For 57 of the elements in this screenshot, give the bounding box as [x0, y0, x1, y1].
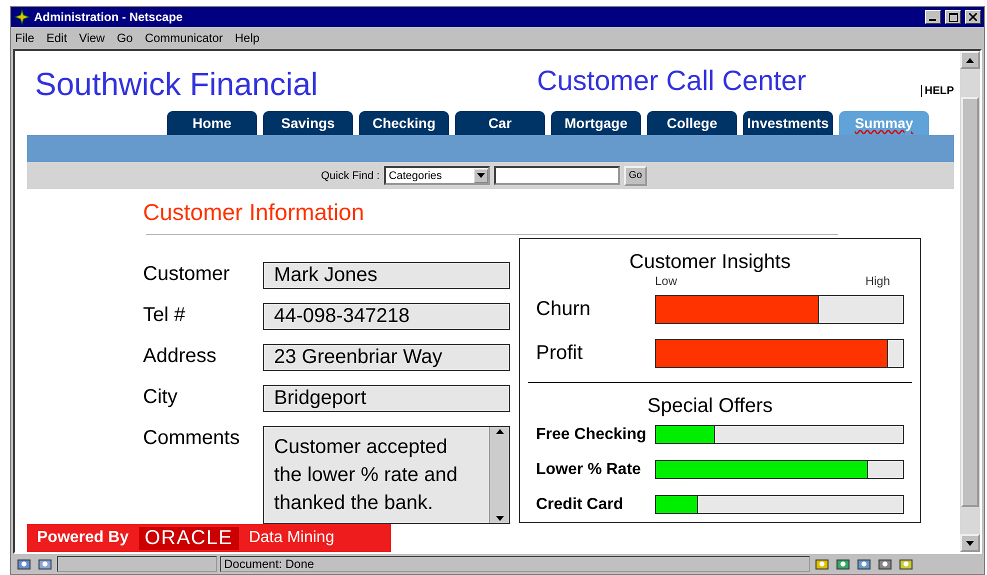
field-label: Tel #	[143, 303, 186, 327]
scrollbar[interactable]	[489, 427, 509, 523]
scale-label: High	[865, 274, 890, 288]
nav-tab[interactable]: College	[647, 111, 737, 135]
minimize-button[interactable]	[925, 10, 941, 24]
nav-tab[interactable]: Home	[167, 111, 257, 135]
menu-item[interactable]: File	[15, 31, 34, 45]
panel-title: Special Offers	[647, 394, 773, 418]
scrollbar[interactable]	[960, 51, 980, 552]
comments-field[interactable]: Customer accepted the lower % rate and thanked the bank.	[263, 426, 510, 524]
field-label: City	[143, 385, 178, 409]
search-field[interactable]	[494, 166, 620, 185]
offer-label: Free Checking	[536, 426, 648, 444]
brand-title: Southwick Financial	[35, 66, 319, 103]
help-link[interactable]: HELP	[920, 85, 954, 97]
offer-label: Credit Card	[536, 496, 624, 514]
menu-item[interactable]: Edit	[46, 31, 68, 45]
nav-tab[interactable]: Checking	[359, 111, 449, 135]
maximize-button[interactable]	[945, 10, 961, 24]
go-button[interactable]: Go	[624, 166, 648, 186]
scale-label: Low	[655, 274, 678, 288]
field-label: Address	[143, 344, 218, 368]
product-name: Data Mining	[248, 529, 334, 547]
scroll-up-icon	[496, 429, 504, 434]
oracle-logo: ORACLE	[138, 526, 239, 550]
input-field[interactable]: Mark Jones	[263, 262, 510, 289]
category-select[interactable]: Categories	[384, 166, 490, 185]
input-field[interactable]: 44-098-347218	[263, 303, 510, 330]
caret-icon	[476, 173, 485, 178]
input-field[interactable]: 23 Greenbriar Way	[263, 344, 510, 371]
offer-label: Lower % Rate	[536, 460, 642, 479]
menu-item[interactable]: Help	[234, 31, 260, 45]
scroll-down-icon	[496, 516, 504, 521]
section-heading: Customer Information	[143, 199, 366, 226]
input-field[interactable]: Bridgeport	[263, 385, 510, 412]
nav-tab[interactable]: Investments	[743, 111, 833, 135]
page-subtitle: Customer Call Center	[537, 65, 808, 97]
nav-tab[interactable]: Savings	[263, 111, 353, 135]
nav-tab[interactable]: Mortgage	[551, 111, 641, 135]
field-label: Comments	[143, 426, 241, 450]
close-button[interactable]	[965, 10, 981, 24]
menu-item[interactable]: View	[79, 31, 105, 45]
quick-find-label: Quick Find :	[321, 170, 380, 182]
window-title: Administration - Netscape	[34, 10, 184, 24]
panel-title: Customer Insights	[629, 251, 791, 274]
status-text: Document: Done	[224, 557, 314, 571]
maximize-icon	[948, 12, 958, 22]
metric-label: Profit	[536, 342, 584, 366]
field-label: Customer	[143, 262, 231, 286]
metric-label: Churn	[536, 298, 592, 322]
nav-tab[interactable]: Car	[455, 111, 545, 135]
close-icon	[969, 13, 977, 21]
scroll-up-icon	[966, 58, 974, 62]
menu-item[interactable]: Communicator	[144, 31, 223, 45]
menu-item[interactable]: Go	[116, 31, 133, 45]
powered-by-text: Powered By	[37, 529, 129, 547]
scroll-down-icon	[966, 540, 974, 546]
